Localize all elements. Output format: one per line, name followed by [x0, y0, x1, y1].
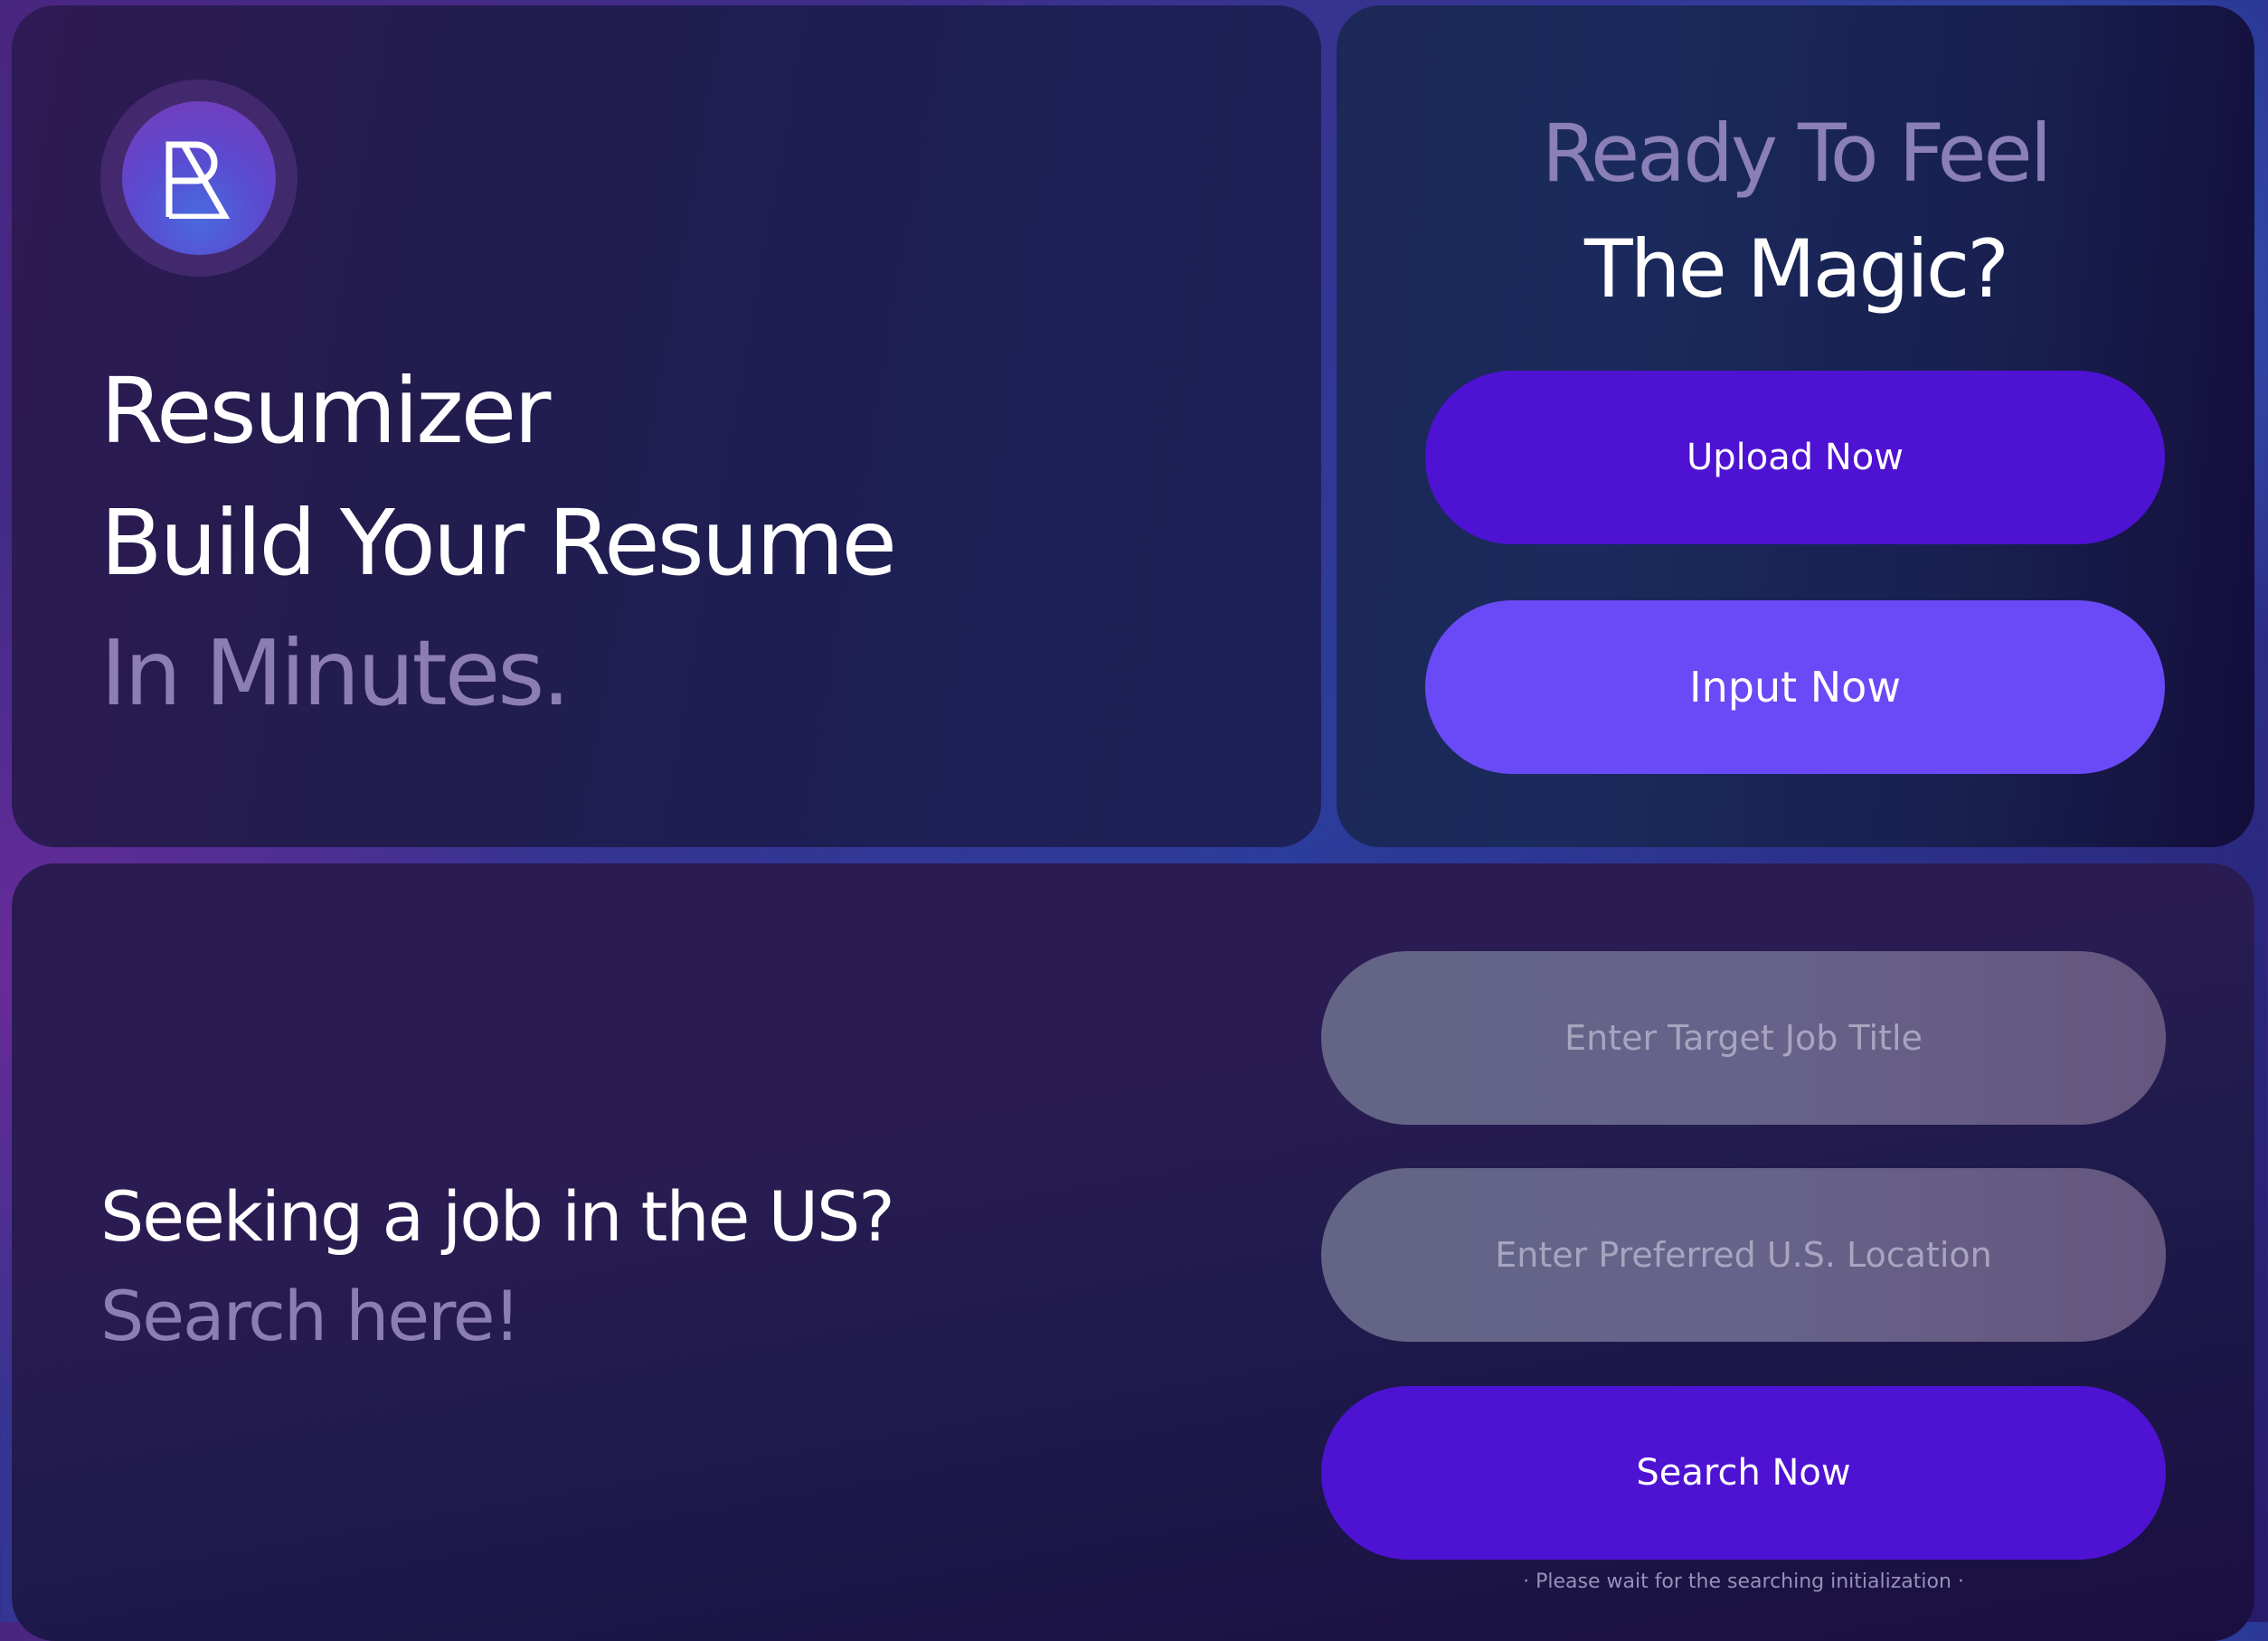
search-now-button[interactable]: Search Now	[1321, 1386, 2166, 1560]
job-title-input[interactable]	[1321, 951, 2166, 1125]
logo-badge	[100, 80, 298, 277]
job-search-card: Seeking a job in the US? Search here! Se…	[12, 863, 2254, 1641]
cta-title-line1: Ready To Feel	[1541, 107, 2052, 200]
resumizer-logo-icon	[122, 101, 276, 255]
hero-card: Resumizer Build Your Resume In Minutes.	[12, 5, 1321, 847]
cta-title-line2: The Magic?	[1584, 222, 2009, 316]
location-input[interactable]	[1321, 1168, 2166, 1342]
logo-glyph	[165, 141, 231, 219]
input-now-button[interactable]: Input Now	[1425, 600, 2165, 774]
app-name: Resumizer	[100, 358, 551, 464]
cta-card: Ready To Feel The Magic? Upload Now Inpu…	[1337, 5, 2254, 847]
upload-now-button[interactable]: Upload Now	[1425, 371, 2165, 544]
job-search-heading: Seeking a job in the US?	[100, 1176, 895, 1257]
job-search-subheading: Search here!	[100, 1276, 521, 1356]
hero-tagline: Build Your Resume	[100, 490, 897, 596]
search-wait-note: · Please wait for the searching initiali…	[1523, 1570, 1964, 1593]
hero-tagline-accent: In Minutes.	[100, 620, 571, 726]
